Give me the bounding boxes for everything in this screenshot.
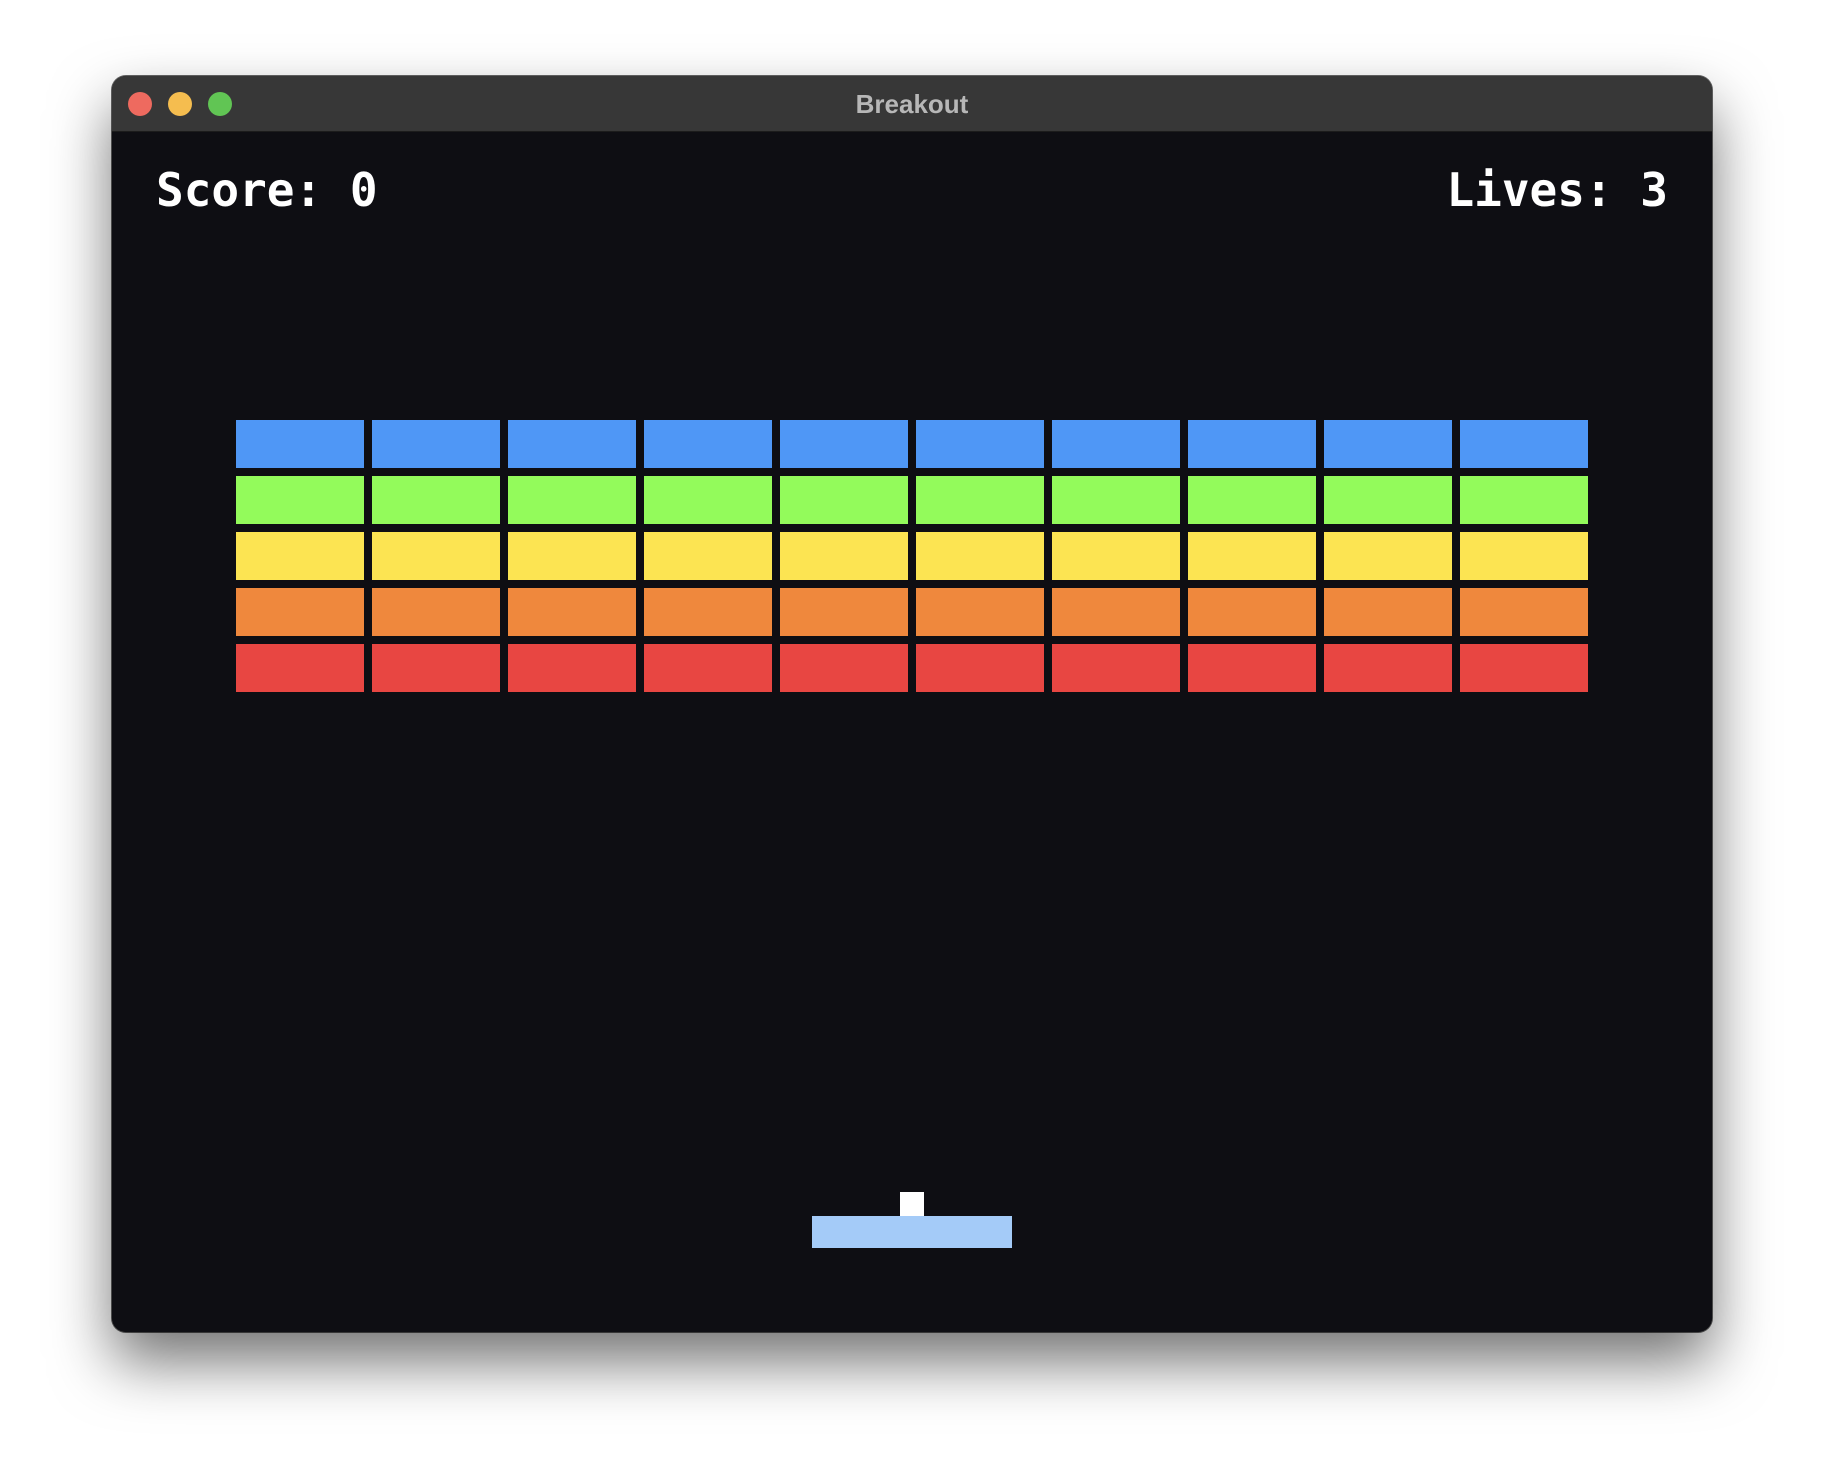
brick [236,476,364,524]
brick [644,532,772,580]
brick [780,532,908,580]
brick [1324,476,1452,524]
brick [372,420,500,468]
brick [236,644,364,692]
brick [508,588,636,636]
brick [236,532,364,580]
brick [1324,420,1452,468]
brick [780,420,908,468]
brick [1052,644,1180,692]
brick [1188,588,1316,636]
brick [1460,588,1588,636]
brick [1324,644,1452,692]
brick [916,532,1044,580]
brick [508,420,636,468]
brick [1188,644,1316,692]
brick [1460,644,1588,692]
brick [372,476,500,524]
paddle[interactable] [812,1216,1012,1248]
brick [1052,476,1180,524]
brick [780,644,908,692]
brick [1460,532,1588,580]
brick [916,588,1044,636]
brick [372,644,500,692]
brick [372,588,500,636]
brick [916,476,1044,524]
brick [644,476,772,524]
game-window: Breakout Score: 0 Lives: 3 [112,76,1712,1332]
brick [1052,588,1180,636]
brick [508,644,636,692]
window-title: Breakout [855,89,969,119]
brick [1188,420,1316,468]
brick [644,420,772,468]
brick [372,532,500,580]
brick [236,420,364,468]
lives-display: Lives: 3 [1446,163,1668,217]
brick [1188,476,1316,524]
brick [916,420,1044,468]
brick [916,644,1044,692]
brick [1324,532,1452,580]
brick [508,532,636,580]
brick [644,588,772,636]
brick [1460,476,1588,524]
brick [1324,588,1452,636]
brick [1052,532,1180,580]
title-bar[interactable]: Breakout [112,76,1712,132]
brick [1188,532,1316,580]
brick [236,588,364,636]
brick [780,588,908,636]
brick [1052,420,1180,468]
ball [900,1192,924,1216]
score-display: Score: 0 [156,163,378,217]
brick [644,644,772,692]
game-canvas[interactable]: Score: 0 Lives: 3 [112,132,1712,1332]
brick [508,476,636,524]
brick [1460,420,1588,468]
brick [780,476,908,524]
